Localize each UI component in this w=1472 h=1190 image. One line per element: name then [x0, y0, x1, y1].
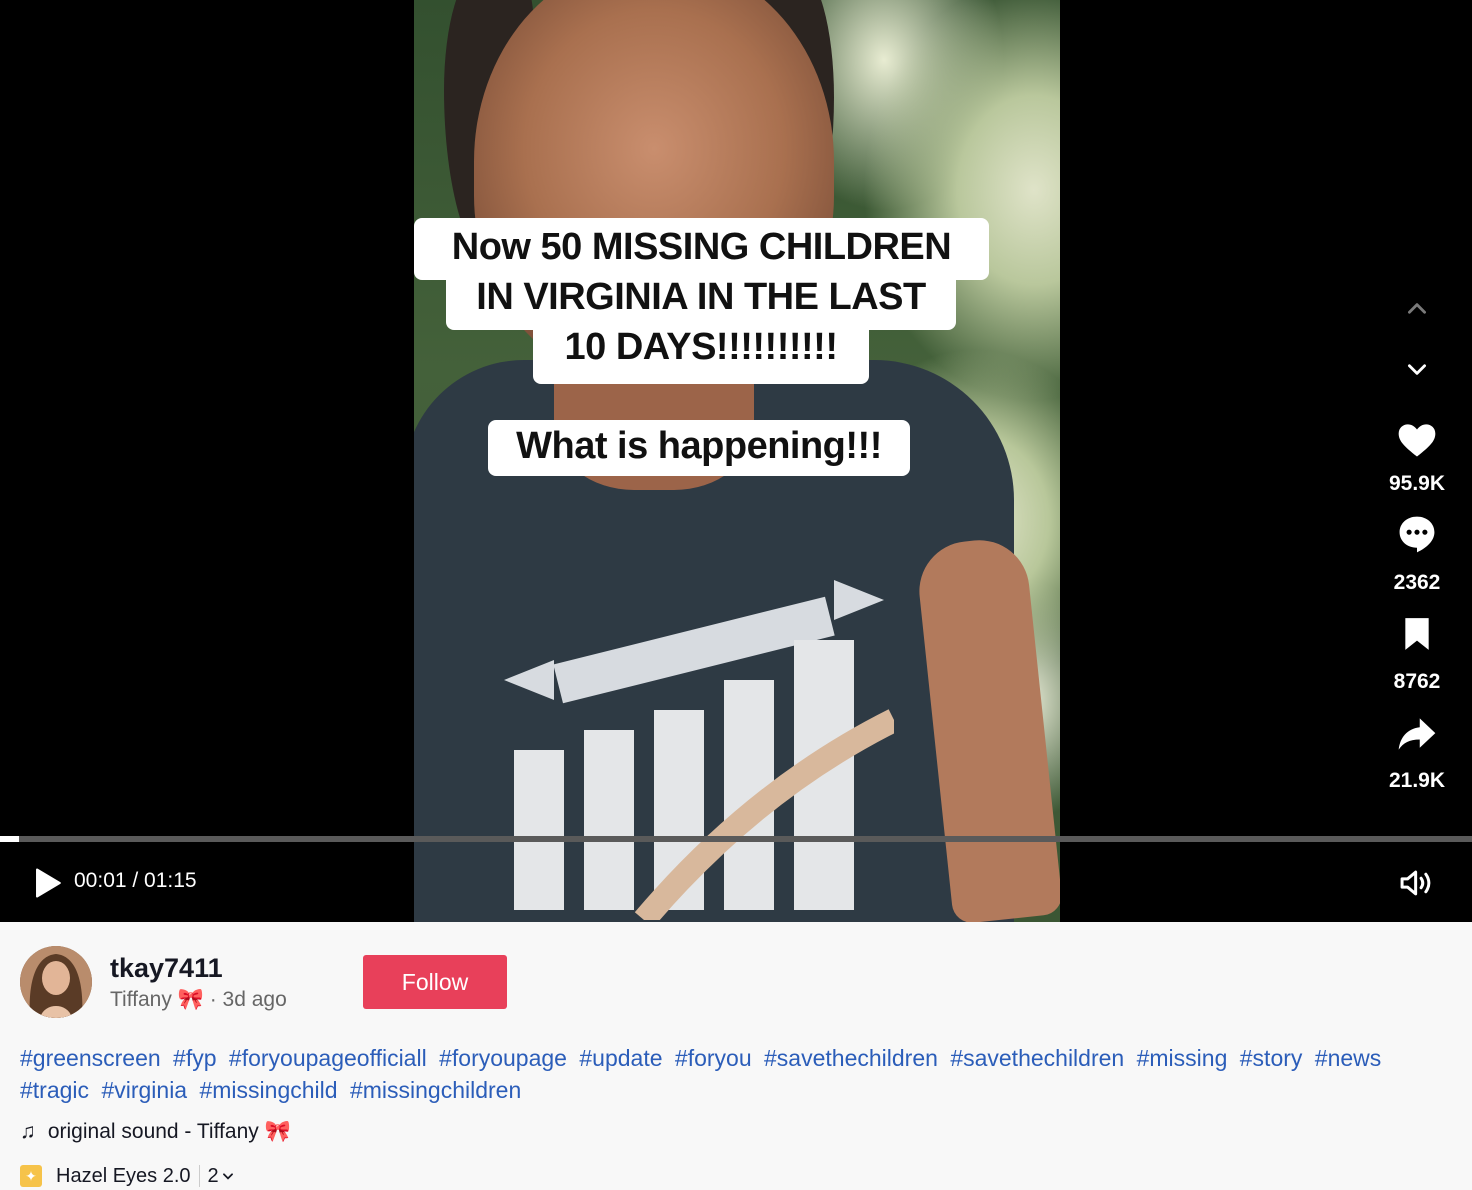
like-count: 95.9K [1388, 472, 1446, 495]
post-date: · 3d ago [209, 988, 287, 1011]
comment-count: 2362 [1393, 571, 1441, 594]
share-button[interactable] [1392, 712, 1442, 754]
hashtag-link[interactable]: #foryoupageofficiall [229, 1045, 427, 1071]
effect-chip[interactable]: ✦ Hazel Eyes 2.0 2 [20, 1162, 235, 1190]
progress-bar[interactable] [0, 836, 1472, 842]
like-button[interactable] [1392, 418, 1442, 462]
bookmark-icon [1405, 618, 1429, 650]
author-subline: Tiffany 🎀 · 3d ago [110, 988, 287, 1012]
hashtag-link[interactable]: #missingchildren [350, 1077, 521, 1103]
video-caption-line-3: 10 DAYS!!!!!!!!!! [533, 322, 869, 384]
video-caption-line-1: Now 50 MISSING CHILDREN [414, 218, 989, 280]
effect-sparkle-icon: ✦ [20, 1165, 42, 1187]
video-player[interactable]: Now 50 MISSING CHILDREN IN VIRGINIA IN T… [0, 0, 1472, 922]
share-icon [1398, 718, 1436, 750]
time-display: 00:01 / 01:15 [74, 869, 197, 892]
hashtag-list: #greenscreen #fyp #foryoupageofficiall #… [20, 1042, 1450, 1106]
save-button[interactable] [1392, 614, 1442, 654]
comment-button[interactable] [1392, 512, 1442, 556]
next-video-button[interactable] [1392, 356, 1442, 382]
chevron-down-icon [222, 1173, 233, 1180]
hashtag-link[interactable]: #story [1240, 1045, 1303, 1071]
effect-count: 2 [207, 1164, 219, 1187]
volume-button[interactable] [1398, 866, 1436, 900]
share-count: 21.9K [1388, 769, 1446, 792]
hashtag-link[interactable]: #tragic [20, 1077, 89, 1103]
author-handle[interactable]: tkay7411 [110, 953, 223, 984]
heart-icon [1398, 424, 1436, 457]
volume-icon [1400, 870, 1431, 896]
sound-link[interactable]: ♫ original sound - Tiffany 🎀 [20, 1120, 291, 1144]
effect-name: Hazel Eyes 2.0 [56, 1164, 191, 1187]
hashtag-link[interactable]: #update [579, 1045, 662, 1071]
hashtag-link[interactable]: #foryou [675, 1045, 752, 1071]
shirt-print-graphic [504, 580, 894, 920]
hashtag-link[interactable]: #savethechildren [764, 1045, 938, 1071]
previous-video-button[interactable] [1392, 296, 1442, 322]
hashtag-link[interactable]: #news [1315, 1045, 1381, 1071]
hashtag-link[interactable]: #fyp [173, 1045, 216, 1071]
hashtag-link[interactable]: #missing [1137, 1045, 1228, 1071]
progress-fill [0, 836, 20, 842]
hashtag-link[interactable]: #missingchild [199, 1077, 337, 1103]
comment-icon [1399, 516, 1435, 553]
follow-button[interactable]: Follow [363, 955, 507, 1009]
sound-label: original sound - Tiffany 🎀 [47, 1120, 291, 1143]
play-icon [36, 868, 61, 898]
hashtag-link[interactable]: #savethechildren [950, 1045, 1124, 1071]
chevron-up-icon [1408, 303, 1426, 314]
author-avatar[interactable] [20, 946, 92, 1018]
chevron-down-icon [1408, 364, 1426, 375]
effect-separator [198, 1165, 200, 1187]
hashtag-link[interactable]: #virginia [101, 1077, 187, 1103]
hashtag-link[interactable]: #greenscreen [20, 1045, 161, 1071]
avatar-image [20, 946, 92, 1018]
video-caption-line-4: What is happening!!! [488, 420, 910, 476]
author-name[interactable]: Tiffany 🎀 [110, 988, 204, 1011]
play-button[interactable] [30, 866, 64, 900]
hashtag-link[interactable]: #foryoupage [439, 1045, 567, 1071]
save-count: 8762 [1393, 670, 1441, 693]
music-note-icon: ♫ [20, 1120, 36, 1143]
